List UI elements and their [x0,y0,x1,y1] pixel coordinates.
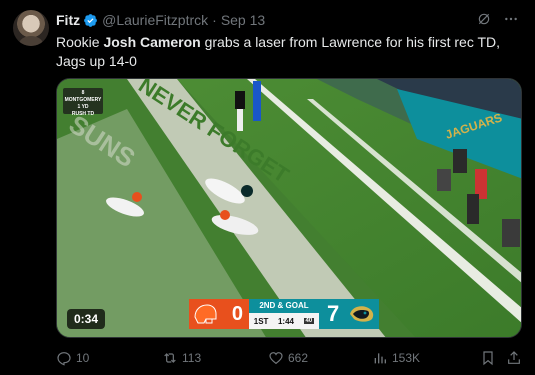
away-score: 7 [327,301,340,326]
tweet-date[interactable]: Sep 13 [221,12,265,28]
scorebug: 0 2ND & GOAL 1ST 1:44 40 7 [189,299,379,329]
heart-icon [269,352,283,365]
repost-icon [164,353,176,363]
views-button[interactable]: 153K [372,349,420,367]
video-duration: 0:34 [67,309,106,329]
scorebug-game-state: 2ND & GOAL 1ST 1:44 40 [249,299,319,329]
video-player[interactable]: JAGUARS NEVER FORGET SUNS 8 MONTGOMERY 1… [56,78,522,338]
rush-line-1: 8 MONTGOMERY [64,90,102,103]
down-and-distance: 2ND & GOAL [249,299,319,313]
tweet-text-bold: Josh Cameron [103,34,201,50]
rush-td-graphic: 8 MONTGOMERY 1 YD RUSH TD [63,88,103,117]
more-options-icon[interactable] [503,11,519,27]
like-button[interactable]: 662 [268,349,308,367]
jaguars-logo-icon [350,306,374,322]
rush-line-3: RUSH TD [71,111,95,117]
avatar[interactable] [13,10,49,46]
bookmark-icon [483,351,493,366]
scorebug-away: 7 [319,299,379,329]
reply-button[interactable]: 10 [56,349,89,367]
browns-helmet-icon [194,304,217,324]
game-clock-row: 1ST 1:44 40 [249,313,319,329]
action-bar: 10 113 662 153K [56,349,526,367]
repost-button[interactable]: 113 [162,349,201,367]
bookmark-button[interactable] [480,349,500,367]
share-icon [508,351,520,364]
author-name[interactable]: Fitz [56,12,80,28]
play-clock: 40 [303,318,315,324]
rush-line-2: 1 YD [77,104,89,110]
reply-icon [57,352,71,366]
view-count: 153K [392,351,421,365]
share-button[interactable] [506,349,526,367]
reply-count: 10 [76,351,90,365]
scorebug-home: 0 [189,299,249,329]
quarter: 1ST [253,316,269,326]
tweet-text: Rookie Josh Cameron grabs a laser from L… [56,33,526,71]
game-clock: 1:44 [277,316,294,326]
tweet-header: Fitz @LaurieFitzptrck · Sep 13 [56,11,525,29]
views-chart-icon [374,353,386,364]
tweet-text-prefix: Rookie [56,34,104,50]
verified-badge-icon [84,13,98,27]
tweet[interactable]: Fitz @LaurieFitzptrck · Sep 13 Rookie Jo… [0,0,535,375]
author-handle[interactable]: @LaurieFitzptrck [102,12,208,28]
like-count: 662 [288,351,309,365]
grok-icon[interactable] [476,11,492,27]
separator-dot: · [212,12,217,28]
home-score: 0 [231,302,243,325]
repost-count: 113 [182,351,202,365]
